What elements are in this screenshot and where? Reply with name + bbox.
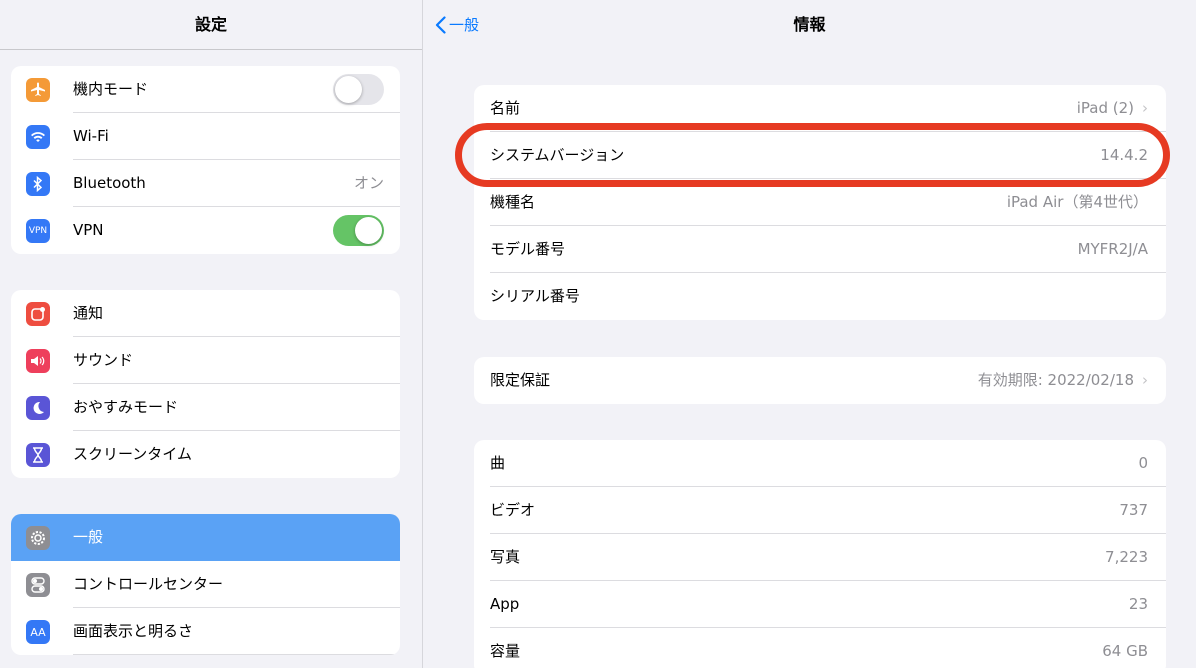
system-version-row[interactable]: システムバージョン 14.4.2 <box>474 132 1166 179</box>
sidebar-title: 設定 <box>0 0 422 50</box>
warranty-expiry-value: 有効期限: 2022/02/18 <box>977 371 1134 389</box>
videos-count: 737 <box>1119 501 1148 519</box>
sidebar-group-notifications: 通知 サウンド おやすみモード スクリーンタイム <box>11 290 400 478</box>
toggle-knob <box>335 76 362 103</box>
row-label: システムバージョン <box>490 146 625 164</box>
apps-row: App 23 <box>474 581 1166 628</box>
wifi-icon <box>26 125 50 149</box>
settings-sidebar: 設定 機内モード Wi-Fi Bluetooth オン VPN VPN 通知 サ… <box>0 0 423 668</box>
sidebar-item-label: 機内モード <box>73 80 149 98</box>
model-name-row[interactable]: 機種名 iPad Air（第4世代） <box>474 179 1166 226</box>
videos-row: ビデオ 737 <box>474 487 1166 534</box>
sidebar-group-connectivity: 機内モード Wi-Fi Bluetooth オン VPN VPN <box>11 66 400 254</box>
sidebar-item-label: 通知 <box>73 304 104 322</box>
airplane-icon <box>26 78 50 102</box>
device-name-value: iPad (2) <box>1076 99 1134 117</box>
hourglass-icon <box>26 443 50 467</box>
row-label: 機種名 <box>490 193 536 211</box>
airplane-mode-toggle[interactable] <box>333 74 384 105</box>
row-value: 有効期限: 2022/02/18 › <box>978 357 1148 404</box>
media-counts-group: 曲 0 ビデオ 737 写真 7,223 App 23 容量 64 GB <box>474 440 1166 668</box>
model-number-value: MYFR2J/A <box>1077 240 1148 258</box>
sidebar-item-wifi[interactable]: Wi-Fi <box>11 113 400 160</box>
vpn-icon: VPN <box>26 219 50 243</box>
model-name-value: iPad Air（第4世代） <box>1006 193 1148 211</box>
row-label: シリアル番号 <box>490 287 580 305</box>
sidebar-item-display-brightness[interactable]: AA 画面表示と明るさ <box>11 608 400 655</box>
notifications-icon <box>26 302 50 326</box>
back-button-label: 一般 <box>449 16 480 34</box>
vpn-toggle[interactable] <box>333 215 384 246</box>
model-number-row[interactable]: モデル番号 MYFR2J/A <box>474 226 1166 273</box>
serial-number-row[interactable]: シリアル番号 <box>474 273 1166 320</box>
sidebar-item-notifications[interactable]: 通知 <box>11 290 400 337</box>
sidebar-item-airplane-mode[interactable]: 機内モード <box>11 66 400 113</box>
warranty-group: 限定保証 有効期限: 2022/02/18 › <box>474 357 1166 404</box>
sound-icon <box>26 349 50 373</box>
gear-icon <box>26 526 50 550</box>
sidebar-item-label: Bluetooth <box>73 174 146 192</box>
capacity-row: 容量 64 GB <box>474 628 1166 668</box>
chevron-right-icon: › <box>1142 99 1148 117</box>
limited-warranty-row[interactable]: 限定保証 有効期限: 2022/02/18 › <box>474 357 1166 404</box>
moon-icon <box>26 396 50 420</box>
bluetooth-status: オン <box>353 174 384 192</box>
songs-row: 曲 0 <box>474 440 1166 487</box>
row-label: 曲 <box>490 454 506 472</box>
sidebar-item-sound[interactable]: サウンド <box>11 337 400 384</box>
bluetooth-icon <box>26 172 50 196</box>
sidebar-item-control-center[interactable]: コントロールセンター <box>11 561 400 608</box>
display-icon: AA <box>26 620 50 644</box>
sidebar-item-do-not-disturb[interactable]: おやすみモード <box>11 384 400 431</box>
capacity-value: 64 GB <box>1102 642 1148 660</box>
toggle-knob <box>355 217 382 244</box>
sidebar-item-label: Wi-Fi <box>73 127 109 145</box>
separator <box>73 654 400 655</box>
sidebar-group-general: 一般 コントロールセンター AA 画面表示と明るさ <box>11 514 400 655</box>
row-label: App <box>490 595 520 613</box>
system-version-value: 14.4.2 <box>1100 146 1148 164</box>
row-label: 容量 <box>490 642 521 660</box>
sidebar-item-bluetooth[interactable]: Bluetooth オン <box>11 160 400 207</box>
control-center-icon <box>26 573 50 597</box>
back-button[interactable]: 一般 <box>435 0 479 49</box>
sidebar-item-label: サウンド <box>73 351 134 369</box>
chevron-left-icon <box>435 15 446 34</box>
navigation-bar: 情報 一般 <box>423 0 1196 49</box>
photos-count: 7,223 <box>1105 548 1148 566</box>
row-label: ビデオ <box>490 501 536 519</box>
sidebar-item-label: VPN <box>73 221 104 239</box>
row-label: 写真 <box>490 548 521 566</box>
row-label: 限定保証 <box>490 371 551 389</box>
name-row[interactable]: 名前 iPad (2) › <box>474 85 1166 132</box>
row-label: 名前 <box>490 99 521 117</box>
row-value: iPad (2) › <box>1077 85 1148 132</box>
device-info-group: 名前 iPad (2) › システムバージョン 14.4.2 機種名 iPad A… <box>474 85 1166 320</box>
sidebar-item-label: コントロールセンター <box>73 575 224 593</box>
songs-count: 0 <box>1138 454 1148 472</box>
page-title: 情報 <box>793 15 826 34</box>
apps-count: 23 <box>1128 595 1148 613</box>
sidebar-item-label: おやすみモード <box>73 398 179 416</box>
about-detail-pane: 情報 一般 名前 iPad (2) › システムバージョン 14.4.2 機種名 … <box>423 0 1196 668</box>
sidebar-item-vpn[interactable]: VPN VPN <box>11 207 400 254</box>
sidebar-item-screen-time[interactable]: スクリーンタイム <box>11 431 400 478</box>
sidebar-item-label: スクリーンタイム <box>73 445 192 463</box>
chevron-right-icon: › <box>1142 371 1148 389</box>
sidebar-item-label: 画面表示と明るさ <box>73 622 194 640</box>
row-label: モデル番号 <box>490 240 566 258</box>
sidebar-item-general[interactable]: 一般 <box>11 514 400 561</box>
sidebar-item-label: 一般 <box>73 528 104 546</box>
photos-row: 写真 7,223 <box>474 534 1166 581</box>
